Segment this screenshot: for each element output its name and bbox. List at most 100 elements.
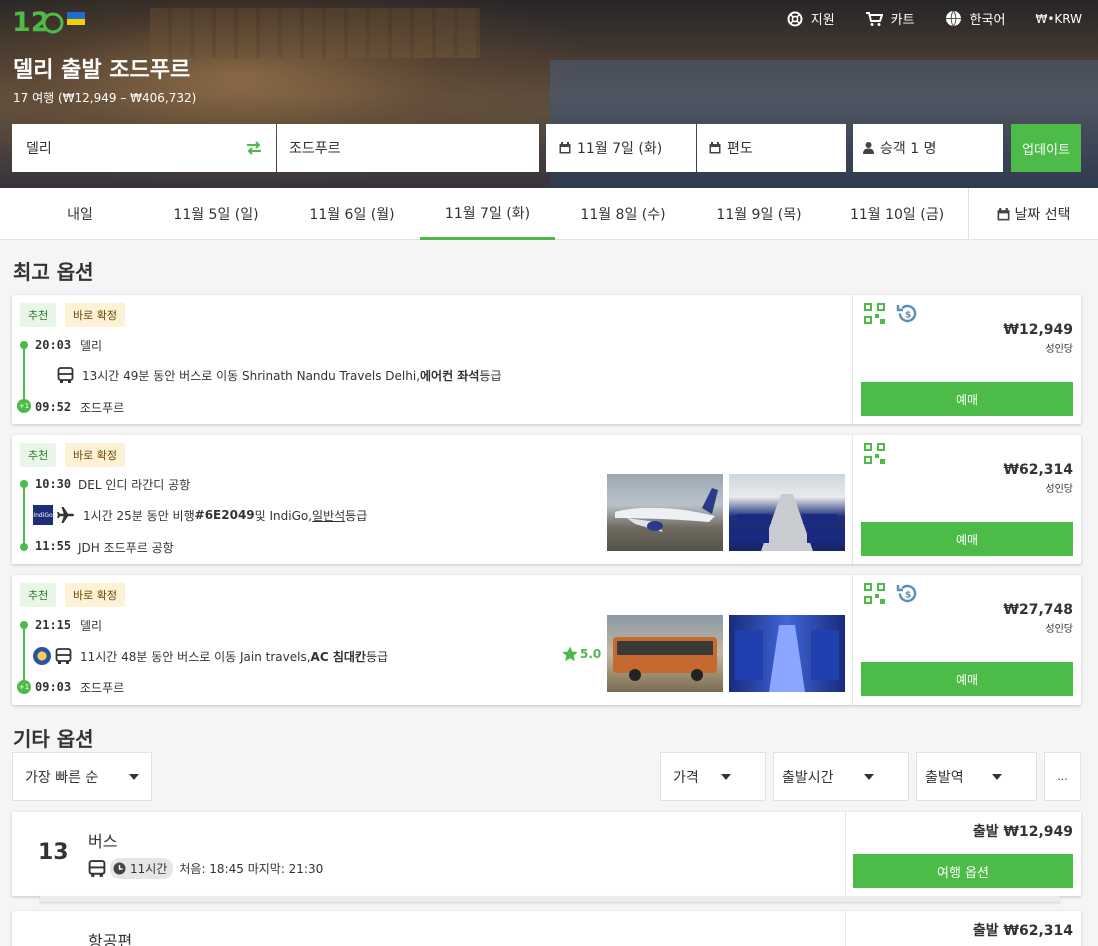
departure-time: 21:15: [35, 618, 72, 632]
group-price: 출발 ₩12,949: [972, 824, 1073, 840]
arrival-place: JDH 조드푸르 공항: [78, 541, 174, 555]
support-label: 지원: [810, 13, 835, 28]
more-filters-button[interactable]: ...: [1044, 752, 1081, 801]
from-field[interactable]: 델리: [12, 124, 276, 172]
clock-icon: [113, 862, 126, 875]
bus-icon: [55, 647, 72, 664]
duration-value: 11시간: [130, 862, 168, 876]
support-link[interactable]: 지원: [787, 9, 835, 28]
passengers-field[interactable]: 승객 1 명: [853, 124, 1003, 172]
bus-icon: [88, 859, 106, 877]
return-field[interactable]: 편도: [697, 124, 846, 172]
rating-value: 5.0: [580, 647, 602, 661]
tab-date-2[interactable]: 11월 6일 (월): [284, 188, 420, 240]
plane-icon: [57, 507, 74, 523]
currency-selector[interactable]: ₩•KRW: [1035, 12, 1082, 26]
departure-time-filter[interactable]: 출발시간: [773, 752, 909, 801]
trip-card[interactable]: 추천 바로 확정 +1 20:03 델리 13시간 49분 동안 버스로 이동 …: [12, 295, 1081, 424]
aircraft-exterior-photo[interactable]: [607, 474, 723, 551]
more-filters-label: ...: [1057, 770, 1068, 783]
bus-icon: [57, 367, 74, 383]
departure-time: 10:30: [35, 477, 72, 491]
trip-options-button[interactable]: 여행 옵션: [853, 854, 1073, 888]
to-value: 조드푸르: [289, 141, 341, 157]
description-suffix: 등급: [365, 649, 389, 664]
qr-ticket-icon: [864, 443, 885, 464]
return-value: 편도: [727, 141, 753, 157]
price: ₩12,949: [1003, 322, 1073, 338]
logo[interactable]: 12: [12, 4, 66, 36]
station-filter-label: 출발역: [925, 769, 964, 786]
description-suffix: 등급: [479, 369, 502, 383]
update-button[interactable]: 업데이트: [1011, 124, 1081, 172]
departure-dot: [20, 621, 28, 629]
cabin-image: [729, 494, 845, 551]
calendar-icon: [709, 142, 721, 154]
duration-badge: 11시간: [110, 858, 174, 879]
book-button[interactable]: 예매: [861, 382, 1073, 416]
bus-exterior-photo[interactable]: [607, 615, 723, 692]
passengers-value: 승객 1 명: [880, 141, 937, 157]
seat-class: AC 침대칸: [310, 649, 366, 664]
trip-count: 13: [38, 840, 69, 865]
aircraft-image: [615, 488, 718, 532]
trip-card[interactable]: 추천 바로 확정 10:30 DEL 인디 라간디 공항 IndiGo 1시간 …: [12, 435, 1081, 564]
calendar-icon: [559, 142, 571, 154]
swap-icon[interactable]: [246, 141, 262, 155]
departure-place: 델리: [80, 619, 103, 633]
chevron-down-icon: [721, 774, 731, 780]
date-picker-button[interactable]: 날짜 선택: [968, 188, 1098, 240]
cart-link[interactable]: 카트: [865, 9, 915, 28]
rating[interactable]: 5.0: [562, 646, 601, 662]
chevron-down-icon: [129, 774, 139, 780]
transport-group-flight[interactable]: 항공편 출발 ₩62,314: [12, 911, 1081, 946]
departure-time-filter-label: 출발시간: [782, 769, 834, 786]
sort-select[interactable]: 가장 빠른 순: [12, 752, 152, 801]
globe-icon: [945, 10, 961, 27]
first-last-times: 처음: 18:45 마지막: 21:30: [179, 862, 324, 876]
tab-date-5[interactable]: 11월 9일 (목): [691, 188, 827, 240]
recommended-badge: 추천: [20, 583, 57, 607]
seat-class[interactable]: 일반석: [312, 507, 345, 524]
date-field[interactable]: 11월 7일 (화): [546, 124, 696, 172]
arrival-time: 09:03: [35, 680, 72, 694]
tab-date-1[interactable]: 11월 5일 (일): [148, 188, 284, 240]
refund-icon: $: [896, 304, 917, 323]
language-selector[interactable]: 한국어: [945, 9, 1005, 28]
sleeper-image: [735, 625, 839, 692]
date-picker-label: 날짜 선택: [1014, 207, 1071, 223]
arrival-time: 11:55: [35, 539, 72, 553]
tab-date-4[interactable]: 11월 8일 (수): [555, 188, 691, 240]
description-middle: 및 IndiGo,: [254, 508, 313, 523]
to-field[interactable]: 조드푸르: [277, 124, 539, 172]
best-options-heading: 최고 옵션: [13, 260, 94, 284]
next-day-badge: +1: [17, 680, 31, 694]
transport-group-bus[interactable]: 13 버스 11시간 처음: 18:45 마지막: 21:30 출발 ₩12,9…: [12, 812, 1081, 896]
tab-date-3-active[interactable]: 11월 7일 (화): [420, 188, 555, 240]
aircraft-cabin-photo[interactable]: [729, 474, 845, 551]
price-filter-label: 가격: [673, 769, 699, 786]
book-button[interactable]: 예매: [861, 662, 1073, 696]
book-button[interactable]: 예매: [861, 522, 1073, 556]
star-icon: [562, 646, 578, 662]
qr-ticket-icon: [864, 303, 885, 324]
price-filter[interactable]: 가격: [660, 752, 766, 801]
arrival-time: 09:52: [35, 400, 72, 414]
description-text: 13시간 49분 동안 버스로 이동 Shrinath Nandu Travel…: [82, 369, 421, 383]
instant-confirm-badge: 바로 확정: [65, 443, 125, 467]
description-suffix: 등급: [345, 508, 368, 523]
svg-text:$: $: [905, 311, 911, 321]
page-title: 델리 출발 조드푸르: [13, 58, 191, 83]
trip-card[interactable]: 추천 바로 확정 +1 21:15 델리 11시간 48분 동안 버스로 이동 …: [12, 575, 1081, 705]
bus-interior-photo[interactable]: [729, 615, 845, 692]
top-navigation: 지원 카트 한국어 ₩•KRW: [757, 9, 1082, 28]
from-value: 델리: [26, 141, 52, 157]
tab-date-0[interactable]: 내일: [12, 188, 148, 240]
group-details: 11시간 처음: 18:45 마지막: 21:30: [88, 858, 323, 879]
station-filter[interactable]: 출발역: [916, 752, 1037, 801]
chevron-down-icon: [992, 774, 1002, 780]
bus-image: [613, 637, 717, 681]
tab-date-6[interactable]: 11월 10일 (금): [827, 188, 967, 240]
arrival-place: 조드푸르: [80, 681, 125, 695]
arrival-dot: [20, 543, 28, 551]
